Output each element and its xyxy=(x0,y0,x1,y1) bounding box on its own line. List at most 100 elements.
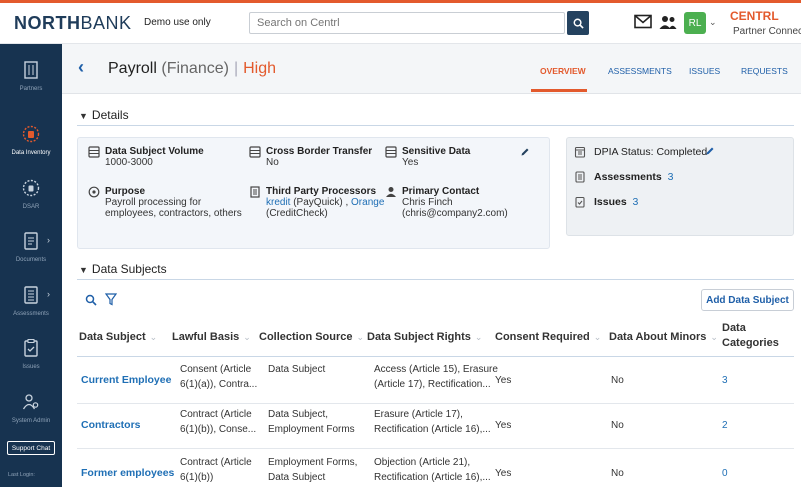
data-categories-count-link[interactable]: 3 xyxy=(722,373,728,388)
dpia-assessments[interactable]: Assessments 3 xyxy=(575,171,673,183)
chevron-right-icon[interactable]: › xyxy=(47,289,50,299)
page-title: Payroll (Finance) | High xyxy=(108,60,276,77)
purpose: Purpose Payroll processing for employees, … xyxy=(88,186,242,219)
sort-icon: ⌄ xyxy=(149,332,158,342)
sidebar-item-label: DSAR xyxy=(22,204,40,210)
add-data-subject-button[interactable]: Add Data Subject xyxy=(701,289,794,311)
sort-icon: ⌄ xyxy=(593,332,602,342)
data-about-minors-cell: No xyxy=(611,420,624,431)
portal-switcher[interactable]: Partner Connect ˅ xyxy=(733,26,801,37)
chevron-right-icon[interactable]: › xyxy=(47,235,50,245)
column-header-consent-required[interactable]: Consent Required ⌄ xyxy=(495,331,601,343)
sidebar-item-issues[interactable]: Issues xyxy=(0,338,62,370)
support-chat-button[interactable]: Support Chat xyxy=(7,441,55,455)
details-section-toggle[interactable]: ▼ Details xyxy=(79,108,129,122)
section-divider xyxy=(77,125,794,126)
dpia-status: DPIA Status: Completed xyxy=(574,146,707,158)
avatar[interactable]: RL xyxy=(684,12,706,34)
third-party-processors: Third Party Processors kredit (PayQuick) … xyxy=(250,186,384,219)
sidebar-item-assessments[interactable]: Assessments xyxy=(0,285,62,317)
mail-icon[interactable] xyxy=(634,14,652,29)
document-icon xyxy=(24,232,38,250)
tab-issues[interactable]: ISSUES xyxy=(689,66,720,76)
row-divider xyxy=(77,448,794,449)
database-icon xyxy=(88,146,100,158)
issues-icon xyxy=(24,339,38,357)
chevron-down-icon: ▼ xyxy=(79,265,88,275)
section-divider xyxy=(77,279,794,280)
row-divider xyxy=(77,403,794,404)
consent-required-cell: Yes xyxy=(495,468,512,479)
data-subject-rights-cell: Erasure (Article 17), Rectification (Arti… xyxy=(374,409,491,435)
people-icon[interactable] xyxy=(659,14,677,30)
sidebar-item-dsar[interactable]: DSAR xyxy=(0,178,62,210)
data-categories-count-link[interactable]: 0 xyxy=(722,466,728,481)
active-tab-indicator xyxy=(531,89,587,92)
data-inventory-icon xyxy=(22,125,40,143)
data-subject-rights-cell: Access (Article 15), Erasure (Article 17)… xyxy=(374,364,498,390)
dpia-issues[interactable]: Issues 3 xyxy=(575,196,638,208)
transfer-icon xyxy=(249,146,261,158)
processor-link-orange[interactable]: Orange xyxy=(351,197,384,208)
back-arrow-icon[interactable]: ‹ xyxy=(78,57,84,78)
issues-icon xyxy=(575,196,585,208)
collection-source-cell: Data Subject xyxy=(268,364,326,375)
search-input[interactable] xyxy=(249,12,565,34)
data-subjects-section-toggle[interactable]: ▼ Data Subjects xyxy=(79,262,167,276)
demo-label: Demo use only xyxy=(144,17,211,28)
tab-requests[interactable]: REQUESTS xyxy=(741,66,788,76)
data-about-minors-cell: No xyxy=(611,375,624,386)
edit-icon[interactable] xyxy=(705,146,715,156)
data-subject-name-link[interactable]: Former employees xyxy=(81,466,174,481)
sidebar-item-documents[interactable]: Documents xyxy=(0,231,62,263)
data-subject-name-link[interactable]: Current Employee xyxy=(81,373,171,388)
page-header: ‹ Payroll (Finance) | High OVERVIEW ASSESS… xyxy=(62,44,801,94)
company-name: CENTRL xyxy=(730,9,779,23)
column-header-lawful-basis[interactable]: Lawful Basis ⌄ xyxy=(172,331,251,343)
sidebar-item-label: System Admin xyxy=(11,418,51,424)
building-icon xyxy=(24,61,38,79)
details-card: Data Subject Volume 1000-3000 Cross Borde… xyxy=(77,137,550,249)
consent-required-cell: Yes xyxy=(495,375,512,386)
search-button[interactable] xyxy=(567,11,589,35)
brand-logo[interactable]: NORTHBANK xyxy=(14,13,132,34)
tab-assessments[interactable]: ASSESSMENTS xyxy=(608,66,672,76)
data-subject-rights-cell: Objection (Article 21), Rectification (Ar… xyxy=(374,457,491,483)
processor-icon xyxy=(250,186,260,198)
column-header-data-categories[interactable]: Data Categories xyxy=(722,321,779,351)
column-header-data-subject[interactable]: Data Subject ⌄ xyxy=(79,331,157,343)
edit-icon[interactable] xyxy=(520,147,530,157)
processor-link-kredit[interactable]: kredit xyxy=(266,197,290,208)
lawful-basis-cell: Contract (Article 6(1)(b)), Conse... xyxy=(180,409,257,435)
data-subject-name-link[interactable]: Contractors xyxy=(81,418,141,433)
sensitive-data-icon xyxy=(385,146,397,158)
table-header-divider xyxy=(77,356,794,357)
data-about-minors-cell: No xyxy=(611,468,624,479)
sort-icon: ⌄ xyxy=(243,332,251,342)
tab-overview[interactable]: OVERVIEW xyxy=(540,66,586,76)
sidebar-item-label: Data Inventory xyxy=(11,150,51,156)
collection-source-cell: Data Subject, Employment Forms xyxy=(268,409,355,435)
sidebar-item-system-admin[interactable]: System Admin xyxy=(0,392,62,424)
cross-border-transfer: Cross Border Transfer No xyxy=(249,146,372,168)
data-subject-volume: Data Subject Volume 1000-3000 xyxy=(88,146,204,168)
assessment-icon xyxy=(575,171,585,183)
data-categories-count-link[interactable]: 2 xyxy=(722,418,728,433)
chevron-down-icon[interactable]: ⌄ xyxy=(709,17,717,28)
column-header-data-subject-rights[interactable]: Data Subject Rights ⌄ xyxy=(367,331,482,343)
sidebar-item-data-inventory[interactable]: Data Inventory xyxy=(0,124,62,156)
consent-required-cell: Yes xyxy=(495,420,512,431)
dpia-card: DPIA Status: Completed Assessments 3 Iss… xyxy=(566,137,794,236)
column-header-data-about-minors[interactable]: Data About Minors ⌄ xyxy=(609,331,718,343)
sidebar-item-label: Documents xyxy=(15,257,47,263)
assessment-icon xyxy=(24,286,38,304)
top-bar: NORTHBANK Demo use only RL ⌄ CENTRL Part… xyxy=(0,0,801,44)
sidebar-item-partners[interactable]: Partners xyxy=(0,60,62,92)
sidebar: Partners Data Inventory DSAR Documents ›… xyxy=(0,44,62,487)
sort-icon: ⌄ xyxy=(356,332,365,342)
search-icon[interactable] xyxy=(85,294,97,306)
person-icon xyxy=(386,187,396,197)
column-header-collection-source[interactable]: Collection Source ⌄ xyxy=(259,331,364,343)
filter-icon[interactable] xyxy=(105,293,117,306)
dsar-icon xyxy=(22,179,40,197)
